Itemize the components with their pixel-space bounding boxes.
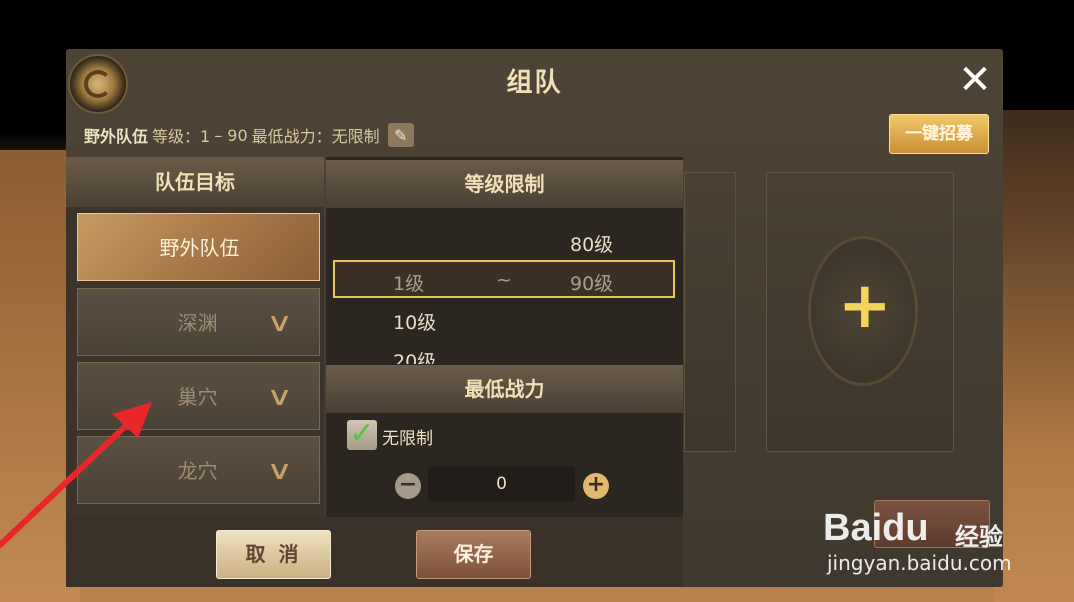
- target-item-dragon-lair[interactable]: 龙穴 ∨: [77, 436, 320, 504]
- baidu-logo: Baidu: [823, 507, 929, 549]
- level-row[interactable]: 80级: [326, 224, 683, 262]
- team-info-bar: 野外队伍 等级：1 – 90 最低战力：无限制 ✎: [84, 121, 414, 149]
- level-label: 等级：1: [152, 127, 211, 146]
- power-label: 最低战力：无限制: [251, 127, 380, 146]
- level-min: 20级: [393, 351, 437, 364]
- one-click-recruit-button[interactable]: 一键招募: [889, 114, 989, 154]
- target-item-label: 野外队伍: [159, 236, 240, 260]
- baidu-watermark: Baidu 经验 jingyan.baidu.com: [823, 505, 1023, 585]
- add-member-plus-icon[interactable]: +: [838, 274, 892, 338]
- team-name: 野外队伍: [84, 127, 149, 146]
- watermark-url: jingyan.baidu.com: [827, 551, 1012, 575]
- level-max: 80级: [570, 234, 614, 256]
- team-target-header: 队伍目标: [66, 157, 324, 207]
- min-power-header: 最低战力: [326, 365, 683, 413]
- chevron-down-icon[interactable]: ∨: [266, 310, 293, 336]
- watermark-text: 经验: [955, 523, 1003, 551]
- dialog-footer: [66, 517, 683, 587]
- min-power-input[interactable]: 0: [428, 467, 575, 501]
- target-item-nest[interactable]: 巢穴 ∨: [77, 362, 320, 430]
- increase-power-icon[interactable]: +: [583, 473, 609, 499]
- cancel-button[interactable]: 取 消: [216, 530, 331, 579]
- chevron-down-icon[interactable]: ∨: [266, 384, 293, 410]
- no-limit-label: 无限制: [382, 429, 433, 449]
- chevron-down-icon[interactable]: ∨: [266, 458, 293, 484]
- level-row[interactable]: 20级: [326, 341, 683, 364]
- close-icon[interactable]: ✕: [955, 60, 995, 102]
- target-item-abyss[interactable]: 深渊 ∨: [77, 288, 320, 356]
- no-limit-checkbox[interactable]: ✓: [347, 419, 377, 450]
- member-slot-card: [684, 172, 736, 452]
- level-range: – 90: [214, 125, 248, 145]
- target-item-wild-team[interactable]: 野外队伍: [77, 213, 320, 281]
- level-selection-highlight: [333, 260, 675, 298]
- dialog-title: 组队: [506, 68, 563, 98]
- decrease-power-icon[interactable]: −: [395, 473, 421, 499]
- save-button[interactable]: 保存: [416, 530, 531, 579]
- level-row[interactable]: 10级: [326, 302, 683, 340]
- level-limit-header: 等级限制: [326, 160, 683, 208]
- level-min: 10级: [393, 312, 437, 334]
- pencil-icon[interactable]: ✎: [387, 123, 414, 147]
